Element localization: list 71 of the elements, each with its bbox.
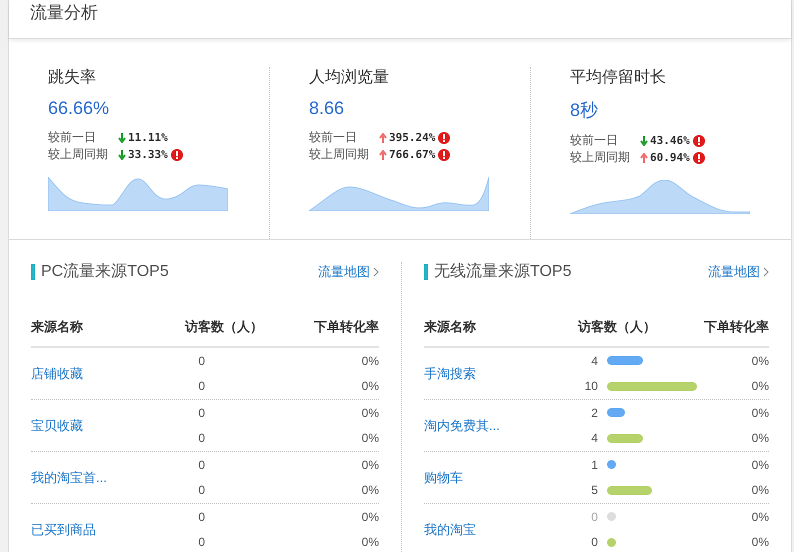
metric-value: 8.66 — [309, 98, 344, 119]
source-link[interactable]: 手淘搜索 — [424, 364, 564, 382]
conversion-rate: 0% — [362, 406, 379, 420]
conversion-rate: 0% — [362, 483, 379, 498]
visitor-count: 0 — [197, 379, 205, 394]
visitor-count: 0 — [197, 406, 205, 420]
conversion-rate: 0% — [752, 483, 769, 498]
source-link[interactable]: 已买到商品 — [31, 520, 171, 538]
section-title: 流量分析 — [30, 2, 98, 24]
change-percent: 60.94% — [650, 151, 690, 164]
conversion-rate: 0% — [362, 379, 379, 394]
conversion-rate: 0% — [362, 431, 379, 446]
conversion-rate: 0% — [752, 431, 769, 446]
column-header: 来源名称 — [424, 318, 477, 336]
visitor-count: 1 — [590, 458, 598, 472]
visitor-count: 0 — [197, 354, 205, 368]
visitor-count: 10 — [584, 379, 598, 394]
chevron-right-icon — [763, 267, 769, 277]
metric-label: 跳失率 — [48, 68, 96, 88]
source-link[interactable]: 店铺收藏 — [31, 364, 171, 382]
traffic-map-link[interactable]: 流量地图 — [708, 263, 769, 281]
conversion-rate: 0% — [362, 458, 379, 472]
comparison-label: 较前一日 — [309, 129, 358, 146]
change-percent: 766.67% — [389, 148, 436, 161]
conversion-rate: 0% — [362, 510, 379, 524]
column-header: 下单转化率 — [312, 318, 379, 336]
traffic-map-link[interactable]: 流量地图 — [318, 263, 379, 281]
source-link[interactable]: 购物车 — [424, 468, 564, 486]
metric-value: 66.66% — [48, 98, 110, 119]
panel-title: PC流量来源TOP5 — [31, 264, 169, 280]
metric-label: 平均停留时长 — [570, 68, 666, 88]
visitor-count: 0 — [590, 510, 598, 524]
column-header: 下单转化率 — [703, 318, 769, 336]
change-percent: 33.33% — [128, 148, 168, 161]
source-link[interactable]: 我的淘宝首... — [31, 468, 171, 486]
column-header: 来源名称 — [31, 318, 84, 336]
change-percent: 395.24% — [389, 131, 436, 144]
conversion-rate: 0% — [362, 354, 379, 368]
visitor-count: 4 — [590, 431, 598, 446]
visitor-count: 0 — [590, 535, 598, 550]
visitor-count: 4 — [590, 354, 598, 368]
visitor-count: 0 — [197, 510, 205, 524]
column-header: 访客数（人） — [576, 318, 657, 336]
visitor-count: 0 — [197, 458, 205, 472]
comparison-label: 较前一日 — [48, 129, 97, 146]
source-link[interactable]: 我的淘宝 — [424, 520, 564, 538]
change-percent: 43.46% — [650, 134, 690, 147]
comparison-label: 较上周同期 — [570, 149, 631, 166]
conversion-rate: 0% — [752, 458, 769, 472]
comparison-label: 较上周同期 — [309, 146, 370, 163]
source-link[interactable]: 宝贝收藏 — [31, 416, 171, 434]
comparison-label: 较上周同期 — [48, 146, 109, 163]
conversion-rate: 0% — [752, 379, 769, 394]
conversion-rate: 0% — [362, 535, 379, 550]
column-header: 访客数（人） — [184, 318, 264, 336]
change-percent: 11.11% — [128, 131, 168, 144]
visitor-count: 0 — [197, 483, 205, 498]
visitor-count: 5 — [590, 483, 598, 498]
visitor-count: 0 — [197, 535, 205, 550]
conversion-rate: 0% — [752, 406, 769, 420]
visitor-count: 0 — [197, 431, 205, 446]
chevron-right-icon — [372, 267, 379, 277]
metric-label: 人均浏览量 — [309, 68, 389, 88]
conversion-rate: 0% — [752, 510, 769, 524]
panel-title: 无线流量来源TOP5 — [424, 264, 572, 280]
conversion-rate: 0% — [752, 354, 769, 368]
visitor-count: 2 — [590, 406, 598, 420]
source-link[interactable]: 淘内免费其... — [424, 416, 564, 434]
comparison-label: 较前一日 — [570, 132, 619, 149]
metric-value: 8秒 — [570, 99, 598, 122]
conversion-rate: 0% — [752, 535, 769, 550]
